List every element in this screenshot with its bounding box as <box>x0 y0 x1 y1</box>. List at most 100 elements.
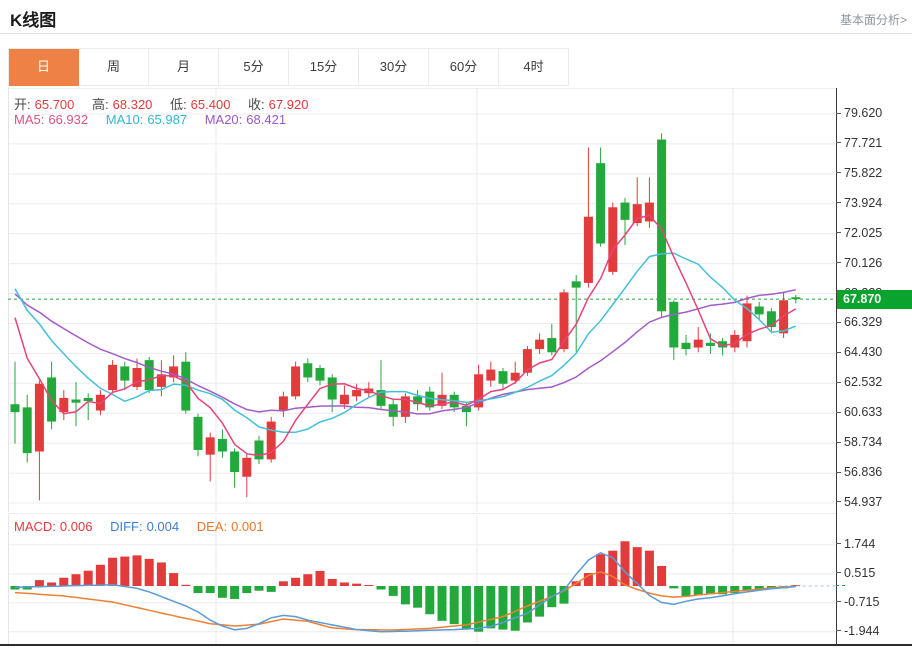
chart-bottom-border <box>0 644 912 646</box>
ma-legend: MA5:66.932 MA10:65.987 MA20:68.421 <box>14 112 290 127</box>
macd-bar <box>401 586 410 604</box>
tab-month[interactable]: 月 <box>149 49 219 86</box>
macd-bar <box>157 562 166 586</box>
macd-bar <box>340 582 349 586</box>
macd-bar <box>316 571 325 586</box>
dea-value: 0.001 <box>231 519 264 534</box>
macd-tick-label: 1.744 <box>836 537 875 551</box>
tab-15min[interactable]: 15分 <box>289 49 359 86</box>
macd-bar <box>120 557 129 586</box>
tick-dash <box>836 601 841 602</box>
candlestick-chart[interactable] <box>8 88 836 512</box>
tick-dash <box>836 472 841 473</box>
macd-zero-tick <box>836 585 845 586</box>
candle-body <box>194 417 203 450</box>
macd-bar <box>669 586 678 588</box>
high-label: 高: <box>92 97 109 112</box>
macd-bar <box>657 566 666 586</box>
macd-bar <box>389 586 398 596</box>
tab-30min[interactable]: 30分 <box>359 49 429 86</box>
ohlc-readout: 开:65.700 高:68.320 低:65.400 收:67.920 <box>14 94 312 113</box>
macd-bar <box>474 586 483 632</box>
close-label: 收: <box>248 97 265 112</box>
tick-dash <box>836 113 841 114</box>
open-label: 开: <box>14 97 31 112</box>
macd-bar <box>169 573 178 586</box>
macd-bar <box>255 586 264 591</box>
tab-day[interactable]: 日 <box>9 49 79 86</box>
candle-body <box>11 404 20 412</box>
current-price-badge: 67.870 <box>837 290 912 309</box>
tick-dash <box>836 572 841 573</box>
candle-body <box>669 302 678 348</box>
macd-bar <box>352 584 361 586</box>
macd-bar <box>511 586 520 631</box>
tick-dash <box>836 412 841 413</box>
price-tick-label: 75.822 <box>836 166 882 180</box>
tick-dash <box>836 322 841 323</box>
fundamental-analysis-link[interactable]: 基本面分析> <box>840 11 907 28</box>
kline-widget: K线图 基本面分析> 日 周 月 5分 15分 30分 60分 4时 开:65.… <box>0 0 912 648</box>
candle-body <box>218 439 227 452</box>
tick-dash <box>836 442 841 443</box>
tab-60min[interactable]: 60分 <box>429 49 499 86</box>
macd-tick-label: 0.515 <box>836 566 875 580</box>
candle-body <box>328 377 337 399</box>
price-tick-label: 58.734 <box>836 435 882 449</box>
candle-body <box>242 458 251 477</box>
period-tabs: 日 周 月 5分 15分 30分 60分 4时 <box>8 48 569 86</box>
price-tick-label-text: 72.025 <box>844 226 882 240</box>
price-tick-label-text: 75.822 <box>844 166 882 180</box>
macd-bar <box>364 585 373 586</box>
price-tick-label-text: 70.126 <box>844 256 882 270</box>
close-value: 67.920 <box>269 97 309 112</box>
price-tick-label-text: 56.836 <box>844 465 882 479</box>
price-tick-label-text: 64.430 <box>844 345 882 359</box>
macd-bar <box>35 580 44 586</box>
candle-body <box>120 366 129 380</box>
candle-body <box>499 371 508 384</box>
candle-body <box>340 395 349 404</box>
price-tick-label: 60.633 <box>836 405 882 419</box>
tick-dash <box>836 172 841 173</box>
macd-tick-label-text: -0.715 <box>844 595 879 609</box>
open-value: 65.700 <box>35 97 75 112</box>
ma5-value: 66.932 <box>48 112 88 127</box>
tab-4hour[interactable]: 4时 <box>499 49 569 86</box>
price-tick-label: 54.937 <box>836 495 882 509</box>
price-tick-label: 77.721 <box>836 136 882 150</box>
price-tick-label: 66.329 <box>836 315 882 329</box>
macd-tick-label-text: -1.944 <box>844 624 879 638</box>
diff-label: DIFF: <box>110 519 143 534</box>
candle-body <box>791 297 800 299</box>
macd-bar <box>72 574 81 586</box>
macd-bar <box>96 565 105 586</box>
panel-separator <box>8 513 836 514</box>
price-tick-label: 79.620 <box>836 106 882 120</box>
dea-label: DEA: <box>197 519 227 534</box>
macd-tick-label-text: 0.515 <box>844 566 875 580</box>
candle-body <box>621 203 630 220</box>
price-tick-label-text: 66.329 <box>844 315 882 329</box>
price-tick-label-text: 79.620 <box>844 106 882 120</box>
macd-chart[interactable] <box>8 515 836 645</box>
tick-dash <box>836 202 841 203</box>
ma5-label: MA5: <box>14 112 44 127</box>
tab-5min[interactable]: 5分 <box>219 49 289 86</box>
macd-tick-label: -0.715 <box>836 595 879 609</box>
macd-bar <box>133 555 142 586</box>
candle-body <box>755 307 764 315</box>
candle-body <box>255 440 264 459</box>
tick-dash <box>836 630 841 631</box>
candle-body <box>694 340 703 348</box>
price-tick-label-text: 58.734 <box>844 435 882 449</box>
tick-dash <box>836 262 841 263</box>
tab-week[interactable]: 周 <box>79 49 149 86</box>
macd-bar <box>303 574 312 586</box>
price-tick-label-text: 77.721 <box>844 136 882 150</box>
macd-bar <box>145 559 154 586</box>
price-tick-label: 72.025 <box>836 226 882 240</box>
macd-bar <box>645 551 654 586</box>
candle-body <box>596 163 605 243</box>
tick-dash <box>836 501 841 502</box>
